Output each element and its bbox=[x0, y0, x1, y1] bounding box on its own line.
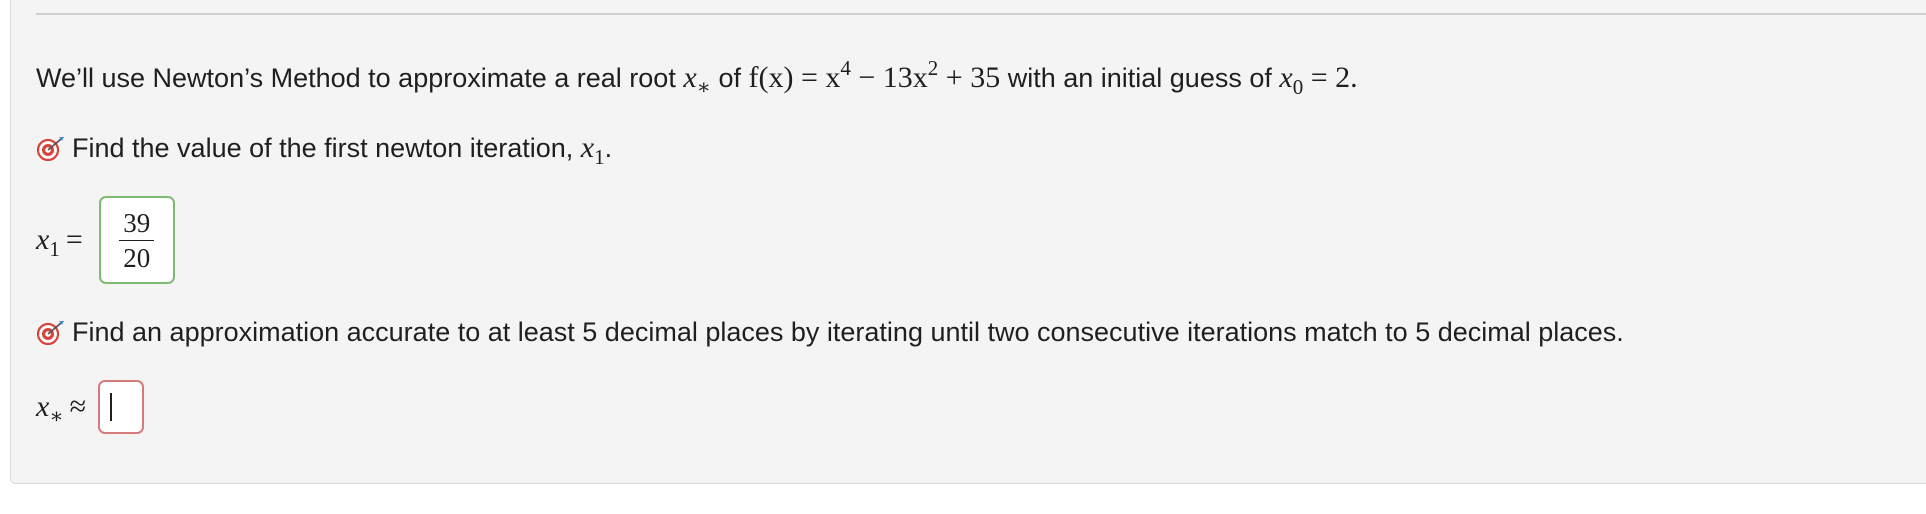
question-2: Find an approximation accurate to at lea… bbox=[36, 314, 1624, 350]
question-1-period: . bbox=[604, 133, 613, 163]
top-divider bbox=[36, 13, 1926, 15]
answer-1-fraction: 39 20 bbox=[119, 208, 155, 273]
answer-1-input[interactable]: 39 20 bbox=[98, 196, 175, 284]
intro-text: We’ll use Newton’s Method to approximate… bbox=[36, 63, 684, 93]
function-formula: f(x) = x4 − 13x2 + 35 bbox=[748, 56, 1001, 94]
intro-of-text: of bbox=[710, 63, 749, 93]
root-variable: x∗ bbox=[683, 61, 711, 99]
question-1-text: Find the value of the first newton itera… bbox=[72, 133, 581, 163]
text-cursor bbox=[110, 393, 113, 421]
intro-guess-text: with an initial guess of bbox=[1000, 63, 1280, 93]
question-1-variable: x1 bbox=[580, 131, 605, 169]
answer-1-label: x1 = bbox=[36, 223, 83, 261]
target-icon bbox=[36, 321, 64, 345]
answer-2-label: x∗ ≈ bbox=[36, 390, 87, 428]
answer-2-input[interactable] bbox=[98, 380, 145, 434]
question-2-text: Find an approximation accurate to at lea… bbox=[72, 317, 1624, 347]
fraction-numerator: 39 bbox=[119, 208, 155, 241]
answer-2-row: x∗ ≈ bbox=[36, 380, 145, 434]
fraction-denominator: 20 bbox=[123, 242, 151, 273]
initial-guess: x0 = 2. bbox=[1279, 61, 1358, 99]
problem-statement: We’ll use Newton’s Method to approximate… bbox=[36, 56, 1358, 99]
answer-1-row: x1 = 39 20 bbox=[36, 196, 175, 284]
target-icon bbox=[36, 137, 64, 161]
question-1: Find the value of the first newton itera… bbox=[36, 130, 613, 169]
